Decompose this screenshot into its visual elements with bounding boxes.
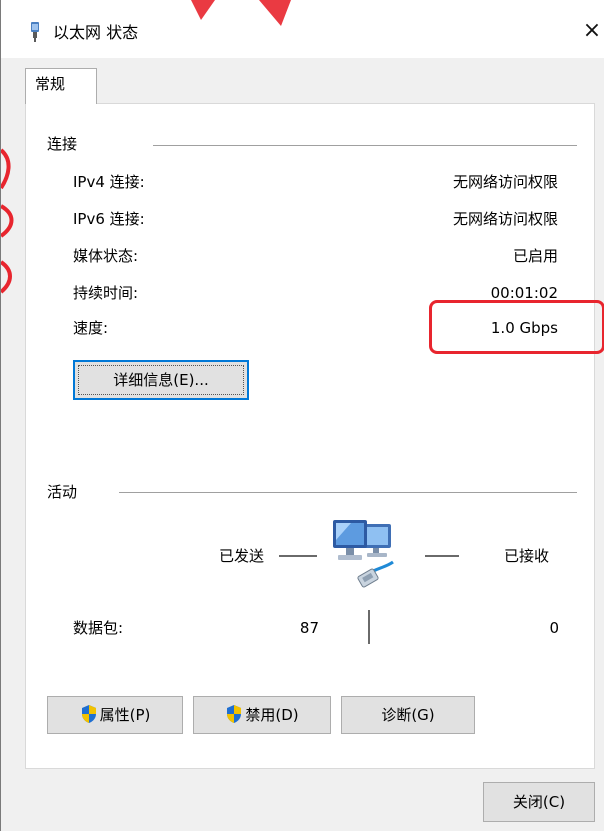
diagnose-button-label: 诊断(G) [381, 706, 435, 724]
packets-received-value: 0 [549, 619, 559, 637]
activity-group-divider [119, 492, 577, 493]
title-bar: 以太网 状态 × [1, 0, 604, 58]
close-button[interactable]: 关闭(C) [483, 782, 595, 822]
close-button-label: 关闭(C) [512, 793, 566, 811]
ipv6-connectivity-value: 无网络访问权限 [452, 210, 558, 228]
details-button[interactable]: 详细信息(E)... [73, 360, 249, 400]
tab-general[interactable]: 常规 [25, 68, 97, 104]
general-tab-panel [25, 103, 595, 769]
packets-separator [368, 610, 370, 644]
properties-button[interactable]: 属性(P) [47, 696, 183, 734]
window-title: 以太网 状态 [53, 23, 139, 42]
media-state-label: 媒体状态: [73, 247, 139, 265]
speed-label: 速度: [73, 319, 109, 337]
connection-group-divider [153, 145, 577, 146]
uac-shield-icon [227, 705, 242, 723]
ipv6-connectivity-label: IPv6 连接: [73, 210, 145, 228]
received-dash [425, 555, 459, 557]
connection-group-label: 连接 [47, 134, 78, 154]
disable-button[interactable]: 禁用(D) [193, 696, 331, 734]
received-label: 已接收 [504, 547, 550, 565]
duration-value: 00:01:02 [490, 284, 558, 302]
disable-button-label: 禁用(D) [245, 706, 299, 724]
sent-label: 已发送 [219, 547, 265, 565]
ethernet-plug-icon [31, 22, 39, 42]
packets-sent-value: 87 [299, 619, 319, 637]
details-button-label: 详细信息(E)... [113, 371, 209, 389]
ipv4-connectivity-value: 无网络访问权限 [452, 173, 558, 191]
properties-button-label: 属性(P) [99, 706, 151, 724]
packets-label: 数据包: [73, 619, 124, 637]
media-state-value: 已启用 [512, 247, 558, 265]
diagnose-button[interactable]: 诊断(G) [341, 696, 475, 734]
duration-label: 持续时间: [73, 284, 139, 302]
close-window-button[interactable]: × [579, 16, 604, 46]
speed-value: 1.0 Gbps [490, 319, 558, 337]
sent-dash [279, 555, 317, 557]
uac-shield-icon [81, 705, 96, 723]
activity-group-label: 活动 [47, 482, 78, 502]
ethernet-status-dialog: 以太网 状态 × 常规 连接 IPv4 连接: 无网络访问权限 IPv6 连接:… [0, 0, 604, 831]
ipv4-connectivity-label: IPv4 连接: [73, 173, 145, 191]
